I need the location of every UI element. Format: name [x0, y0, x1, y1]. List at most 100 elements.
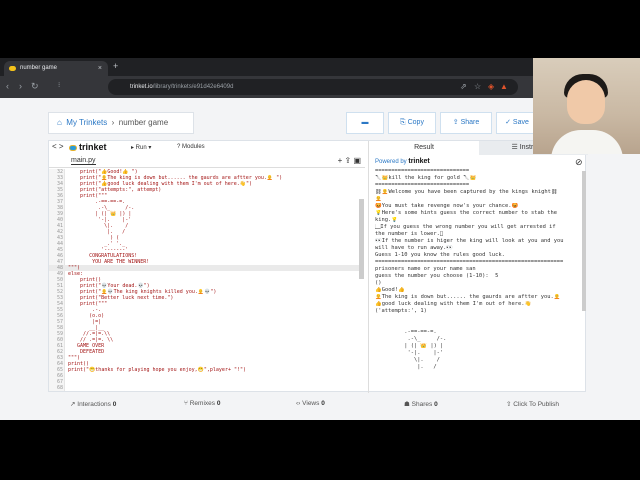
remixes-label: Remixes	[189, 400, 216, 407]
webcam-overlay	[533, 58, 640, 154]
console-line: 👍Good!👍	[375, 287, 405, 293]
run-label: ▸ Run	[131, 145, 147, 151]
reload-icon[interactable]: ↻	[31, 81, 39, 92]
close-tab-icon[interactable]: ×	[98, 61, 102, 76]
interactions-stat[interactable]: ↗ Interactions 0	[70, 400, 116, 408]
remixes-stat[interactable]: ⑂ Remixes 0	[184, 400, 220, 407]
rewards-icon[interactable]: ▲	[500, 82, 508, 91]
stats-bar: ↗ Interactions 0 ⑂ Remixes 0 ‹› Views 0 …	[48, 394, 586, 416]
powered-by-logo: trinket	[408, 158, 430, 165]
console-line: ()	[375, 280, 382, 286]
screen: number game × + ‹ › ↻ ⁝ trinket.io/libra…	[0, 58, 640, 420]
add-file-icon[interactable]: +	[338, 156, 343, 165]
trinket-logo: trinket	[69, 142, 107, 152]
shares-label: Shares	[411, 401, 433, 408]
breadcrumb: ⌂ My Trinkets › number game	[48, 112, 194, 134]
trinket-embed: < > trinket ▸ Run ▾ ? Modules main.py + …	[48, 140, 588, 393]
console-line: | (| 👑 |) |	[375, 343, 444, 349]
trinket-logo-icon	[69, 144, 77, 151]
powered-by-label: Powered by	[375, 159, 407, 165]
folder-icon: ▬	[361, 119, 369, 126]
console-line: 🧑‍🦲The king is down but...... the gaurds…	[375, 294, 561, 300]
console-line: 👀If the number is higer the king will lo…	[375, 238, 564, 244]
url-path: /library/trinkets/e91d42e6409d	[152, 84, 234, 90]
file-actions: + ⇪ ▣	[338, 156, 361, 165]
editor-scrollbar[interactable]	[359, 199, 364, 279]
console-line: .-\_ /-.	[375, 336, 447, 342]
image-icon[interactable]: ▣	[353, 156, 361, 165]
folder-button[interactable]: ▬	[346, 112, 384, 134]
toggle-code-icon[interactable]: < >	[52, 142, 64, 151]
console-line: ========================================…	[375, 259, 564, 265]
console-line: |. /	[375, 364, 437, 370]
console-line: ('attempts:', 1)	[375, 308, 427, 314]
tab-result[interactable]: Result	[369, 141, 479, 155]
save-icon: ✓	[505, 119, 511, 126]
forward-icon[interactable]: ›	[19, 81, 22, 91]
console-line: guess the number you choose (1-10): 5	[375, 273, 499, 279]
users-icon: ☗	[404, 401, 410, 408]
interactions-label: Interactions	[77, 401, 111, 408]
back-icon[interactable]: ‹	[6, 81, 9, 91]
breadcrumb-separator: ›	[111, 118, 115, 127]
breadcrumb-current: number game	[118, 118, 169, 127]
brave-shield-icon[interactable]: ◈	[488, 82, 494, 91]
person-shirt	[551, 130, 623, 154]
save-button[interactable]: ✓ Save	[496, 112, 538, 134]
interactions-icon: ↗	[70, 401, 76, 408]
console-line: ⛓🧑‍🦲Welcome you have been captured by th…	[375, 189, 558, 195]
console-line: 😡You must take revenge now's your chance…	[375, 203, 519, 209]
publish-icon: ⇧	[506, 401, 512, 408]
save-label: Save	[512, 119, 529, 126]
publish-button[interactable]: ⇧ Click To Publish	[506, 400, 559, 408]
editor-toolbar: < > trinket ▸ Run ▾ ? Modules	[49, 141, 365, 155]
file-tab-main[interactable]: main.py	[71, 157, 96, 165]
result-scrollbar[interactable]	[582, 171, 586, 311]
reset-icon[interactable]: ⊘	[575, 157, 583, 168]
console-line: the number is lower.🏻	[375, 231, 444, 237]
modules-button[interactable]: ? Modules	[177, 144, 205, 150]
console-line: .-==-==-=.	[375, 329, 437, 335]
url-field[interactable]: trinket.io/library/trinkets/e91d42e6409d	[108, 79, 518, 95]
line-number: 68	[56, 385, 63, 391]
trinket-logo-text: trinket	[79, 142, 107, 152]
upload-icon[interactable]: ⇪	[345, 156, 352, 165]
copy-button[interactable]: ⎘ Copy	[388, 112, 436, 134]
publish-label: Click To Publish	[513, 401, 560, 408]
console-line: 👍good luck dealing with them I'm out of …	[375, 301, 532, 307]
my-trinkets-link[interactable]: My Trinkets	[66, 118, 107, 127]
powered-by: Powered by trinket	[375, 158, 430, 165]
console-line: 🏻If you guess the wrong number you will …	[375, 224, 556, 230]
console-line: \|. /	[375, 357, 440, 363]
remixes-count: 0	[216, 400, 221, 407]
copy-label: Copy	[407, 119, 424, 126]
share-page-icon[interactable]: ⇗	[460, 82, 467, 91]
shares-stat[interactable]: ☗ Shares 0	[404, 400, 438, 408]
apps-icon[interactable]: ⁝	[58, 81, 60, 89]
browser-tab[interactable]: number game ×	[4, 61, 108, 76]
code-line[interactable]: 68	[49, 385, 359, 391]
console-line: will have to run away.👀	[375, 245, 454, 251]
copy-icon: ⎘	[400, 119, 406, 126]
bookmark-icon[interactable]: ☆	[474, 82, 481, 91]
console-line: prisoners name or your name san	[375, 266, 476, 272]
console-line: '-|. |-'	[375, 350, 444, 356]
chevron-down-icon[interactable]: ▾	[148, 145, 151, 151]
shares-count: 0	[434, 401, 438, 408]
tab-title: number game	[20, 65, 58, 71]
console-line: =============================	[375, 182, 470, 188]
console-line: 🧑‍🦲	[375, 196, 382, 202]
new-tab-button[interactable]: +	[113, 61, 118, 71]
share-button[interactable]: ⇪ Share	[440, 112, 492, 134]
console-line: Guess 1-10 you know the rules good luck.	[375, 252, 505, 258]
list-icon: ☰	[511, 144, 518, 151]
console-line: 🔪👑kill the king for gold 🔪👑	[375, 175, 477, 181]
run-button[interactable]: ▸ Run ▾	[131, 144, 151, 151]
code-editor[interactable]: 32 print("👍Good!👍 ") 33 print("🧑‍🦲The kin…	[49, 169, 365, 391]
views-stat[interactable]: ‹› Views 0	[296, 400, 325, 407]
home-icon[interactable]: ⌂	[57, 118, 62, 127]
views-count: 0	[321, 400, 325, 407]
share-icon: ⇪	[452, 119, 459, 126]
